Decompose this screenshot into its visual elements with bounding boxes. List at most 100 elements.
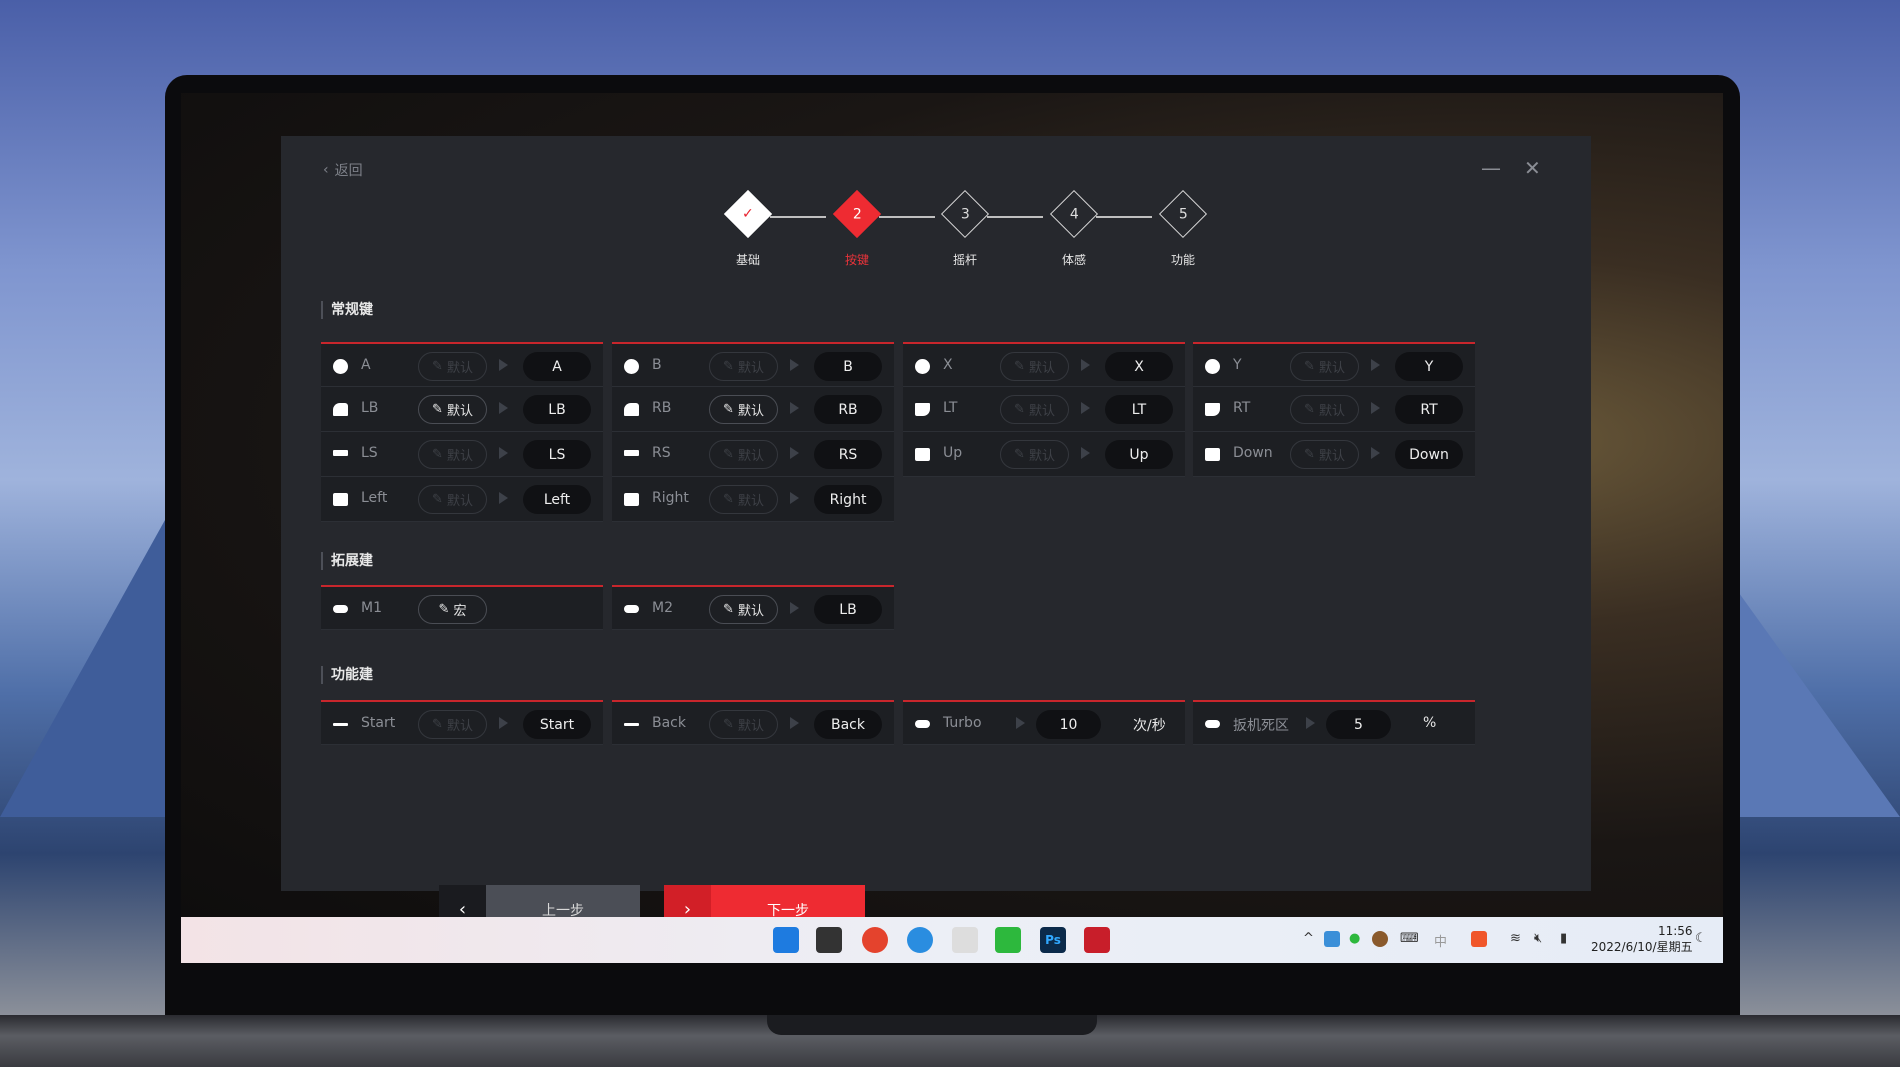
wifi-icon[interactable]: ≋ (1510, 931, 1521, 946)
key-label: Start (361, 715, 396, 731)
mapped-value[interactable]: RT (1395, 395, 1463, 424)
play-arrow-icon (499, 359, 508, 371)
section-title-extended: 拓展建 (321, 552, 373, 570)
key-row-扳机死区: 扳机死区 5% (1193, 700, 1475, 745)
tray-app-icon[interactable] (1324, 931, 1340, 947)
task-view-icon[interactable] (816, 927, 842, 953)
mapped-value[interactable]: B (814, 352, 882, 381)
key-row-LB: LB ✎ 默认 LB (321, 387, 603, 432)
value-input[interactable]: 10 (1036, 710, 1101, 739)
pencil-icon: ✎ (723, 402, 734, 417)
pencil-icon: ✎ (432, 447, 443, 462)
key-label: 扳机死区 (1233, 718, 1289, 734)
edit-mapping-button[interactable]: ✎ 默认 (709, 440, 778, 469)
pencil-icon: ✎ (723, 359, 734, 374)
edit-mapping-button[interactable]: ✎ 默认 (418, 395, 487, 424)
mapped-value[interactable]: RB (814, 395, 882, 424)
edit-mapping-button[interactable]: ✎ 默认 (709, 395, 778, 424)
photoshop-icon[interactable]: Ps (1040, 927, 1066, 953)
minimize-icon[interactable]: — (1481, 156, 1501, 180)
mapped-value[interactable]: Left (523, 485, 591, 514)
button-sq-icon (1205, 448, 1220, 461)
mapped-value[interactable]: Start (523, 710, 591, 739)
gamepad-app-icon[interactable] (1084, 927, 1110, 953)
back-button[interactable]: ‹ 返回 (323, 160, 363, 180)
play-arrow-icon (1081, 359, 1090, 371)
edit-mapping-button[interactable]: ✎ 默认 (709, 485, 778, 514)
edit-mapping-button[interactable]: ✎ 默认 (418, 710, 487, 739)
edit-mapping-button[interactable]: ✎ 默认 (1000, 352, 1069, 381)
chrome-icon[interactable] (862, 927, 888, 953)
step-diamond: 5 (1158, 189, 1208, 239)
close-icon[interactable]: ✕ (1524, 156, 1541, 180)
button-dash-icon (624, 723, 639, 726)
button-circle-icon (333, 359, 348, 374)
pencil-icon: ✎ (1014, 402, 1025, 417)
edge-icon[interactable] (907, 927, 933, 953)
button-pill-icon (624, 605, 639, 613)
edit-mapping-button[interactable]: ✎ 默认 (418, 485, 487, 514)
key-label: B (652, 357, 662, 373)
edit-mapping-button[interactable]: ✎ 默认 (1000, 395, 1069, 424)
button-dash-icon (333, 723, 348, 726)
keyboard-icon[interactable]: ⌨ (1400, 931, 1419, 946)
mapped-value[interactable]: Back (814, 710, 882, 739)
step-1[interactable]: ✓ 基础 (718, 189, 778, 268)
mapped-value[interactable]: Down (1395, 440, 1463, 469)
edit-mapping-button[interactable]: ✎ 默认 (1290, 352, 1359, 381)
play-arrow-icon (499, 447, 508, 459)
chevron-up-icon[interactable]: ^ (1303, 931, 1314, 946)
step-4[interactable]: 4 体感 (1044, 189, 1104, 268)
mapped-value[interactable]: A (523, 352, 591, 381)
mapped-value[interactable]: RS (814, 440, 882, 469)
section-title-regular: 常规键 (321, 301, 373, 319)
edit-mapping-button[interactable]: ✎ 宏 (418, 595, 487, 624)
step-5[interactable]: 5 功能 (1153, 189, 1213, 268)
edit-mapping-button[interactable]: ✎ 默认 (418, 352, 487, 381)
edit-mapping-button[interactable]: ✎ 默认 (709, 595, 778, 624)
button-circle-icon (1205, 359, 1220, 374)
value-input[interactable]: 5 (1326, 710, 1391, 739)
step-connector (1096, 216, 1152, 218)
play-arrow-icon (499, 717, 508, 729)
sogou-icon[interactable] (1471, 931, 1487, 947)
edit-mapping-button[interactable]: ✎ 默认 (1000, 440, 1069, 469)
mapped-value[interactable]: LB (523, 395, 591, 424)
wechat-icon[interactable] (995, 927, 1021, 953)
mapped-value[interactable]: LB (814, 595, 882, 624)
edit-mapping-button[interactable]: ✎ 默认 (709, 352, 778, 381)
edit-mapping-button[interactable]: ✎ 默认 (418, 440, 487, 469)
key-label: Turbo (943, 715, 982, 731)
key-label: LS (361, 445, 378, 461)
mapped-value[interactable]: LS (523, 440, 591, 469)
battery-icon[interactable]: ▮ (1560, 931, 1567, 946)
button-bump-icon (333, 403, 348, 416)
clock[interactable]: 11:56 2022/6/10/星期五 (1591, 923, 1693, 955)
edit-mapping-button[interactable]: ✎ 默认 (1290, 395, 1359, 424)
play-arrow-icon (499, 492, 508, 504)
key-row-RB: RB ✎ 默认 RB (612, 387, 894, 432)
file-icon[interactable] (952, 927, 978, 953)
windows-start-icon[interactable] (773, 927, 799, 953)
play-arrow-icon (790, 447, 799, 459)
moon-icon[interactable]: ☾ (1695, 931, 1707, 946)
edit-mapping-button[interactable]: ✎ 默认 (709, 710, 778, 739)
tray-app2-icon[interactable] (1372, 931, 1388, 947)
mapped-value[interactable]: Up (1105, 440, 1173, 469)
button-pill-icon (915, 720, 930, 728)
speaker-muted-icon[interactable]: 🔇︎ (1534, 931, 1542, 946)
step-connector (987, 216, 1043, 218)
edit-mapping-button[interactable]: ✎ 默认 (1290, 440, 1359, 469)
tray-wechat-icon[interactable]: ● (1349, 931, 1360, 946)
mapped-value[interactable]: Y (1395, 352, 1463, 381)
mapped-value[interactable]: X (1105, 352, 1173, 381)
button-sq-icon (333, 493, 348, 506)
play-arrow-icon (499, 402, 508, 414)
key-label: M2 (652, 600, 673, 616)
ime-indicator[interactable]: 中 (1434, 931, 1447, 950)
step-2[interactable]: 2 按键 (827, 189, 887, 268)
key-row-Start: Start ✎ 默认 Start (321, 700, 603, 745)
step-3[interactable]: 3 摇杆 (935, 189, 995, 268)
mapped-value[interactable]: Right (814, 485, 882, 514)
mapped-value[interactable]: LT (1105, 395, 1173, 424)
